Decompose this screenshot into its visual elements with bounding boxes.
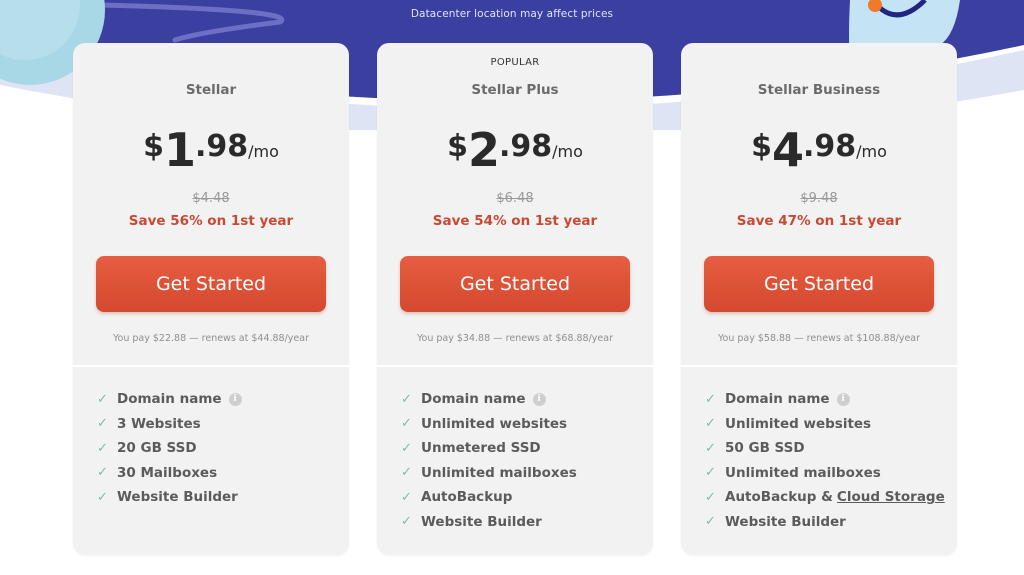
get-started-button[interactable]: Get Started <box>96 256 326 312</box>
feature-label: Unmetered SSD <box>421 440 541 457</box>
savings-text: Save 54% on 1st year <box>432 213 598 229</box>
check-icon: ✓ <box>401 440 412 456</box>
feature-label: 20 GB SSD <box>117 440 197 457</box>
renewal-note: You pay $22.88 — renews at $44.88/year <box>112 333 310 344</box>
plan-price: $1.98/mo <box>73 125 349 175</box>
feature-label: Website Builder <box>421 513 542 530</box>
price-integer: 1 <box>163 123 196 177</box>
check-icon: ✓ <box>401 489 412 505</box>
feature-label: 3 Websites <box>117 415 201 432</box>
savings-text: Save 56% on 1st year <box>128 213 294 229</box>
plan-name: Stellar Plus <box>471 82 559 98</box>
get-started-button[interactable]: Get Started <box>704 256 934 312</box>
feature-label: Unlimited mailboxes <box>725 464 881 481</box>
feature-label: AutoBackup & <box>725 489 833 506</box>
plan-name: Stellar <box>185 82 237 98</box>
price-period: /mo <box>552 142 583 161</box>
popular-badge: POPULAR <box>490 57 540 68</box>
plan-price: $2.98/mo <box>377 125 653 175</box>
feature-label: Unlimited websites <box>421 415 568 432</box>
check-icon: ✓ <box>401 465 412 481</box>
feature-item: ✓ Domain name i <box>97 387 242 412</box>
feature-item: ✓ Domain name i <box>401 387 577 412</box>
check-icon: ✓ <box>97 391 108 407</box>
check-icon: ✓ <box>401 416 412 432</box>
info-icon[interactable]: i <box>532 392 546 406</box>
feature-label: Domain name <box>117 391 222 408</box>
datacenter-note: Datacenter location may affect prices <box>410 8 614 20</box>
check-icon: ✓ <box>97 465 108 481</box>
get-started-button[interactable]: Get Started <box>400 256 630 312</box>
pricing-page: Datacenter location may affect prices St… <box>0 0 1024 575</box>
original-price: $6.48 <box>496 191 534 206</box>
info-icon[interactable]: i <box>836 392 850 406</box>
feature-item: ✓ 20 GB SSD <box>97 436 242 461</box>
savings-text: Save 47% on 1st year <box>736 213 902 229</box>
feature-label: Domain name <box>421 391 526 408</box>
check-icon: ✓ <box>705 391 716 407</box>
feature-item: ✓ 50 GB SSD <box>705 436 945 461</box>
feature-item: ✓ AutoBackup & Cloud Storage <box>705 485 945 510</box>
feature-list: ✓ Domain name i ✓ Unlimited websites ✓ 50 GB… <box>705 387 945 534</box>
feature-item: ✓ Website Builder <box>705 510 945 535</box>
original-price: $4.48 <box>192 191 230 206</box>
feature-item: ✓ 30 Mailboxes <box>97 461 242 486</box>
price-period: /mo <box>856 142 887 161</box>
feature-label: Unlimited websites <box>725 415 872 432</box>
check-icon: ✓ <box>705 440 716 456</box>
plan-card-stellar-business: Stellar Business $4.98/mo $9.48 Save 47%… <box>681 43 957 555</box>
check-icon: ✓ <box>97 416 108 432</box>
feature-label: 50 GB SSD <box>725 440 805 457</box>
feature-list: ✓ Domain name i ✓ Unlimited websites ✓ Unmet… <box>401 387 577 534</box>
price-integer: 4 <box>771 123 804 177</box>
feature-item: ✓ Unlimited mailboxes <box>401 461 577 486</box>
check-icon: ✓ <box>401 514 412 530</box>
price-currency: $ <box>447 129 468 164</box>
feature-item: ✓ Unmetered SSD <box>401 436 577 461</box>
divider <box>377 365 653 367</box>
price-decimal: .98 <box>802 129 857 164</box>
plan-card-stellar-plus: POPULAR Stellar Plus $2.98/mo $6.48 Save… <box>377 43 653 555</box>
feature-item: ✓ Website Builder <box>401 510 577 535</box>
divider <box>73 365 349 367</box>
check-icon: ✓ <box>97 489 108 505</box>
renewal-note: You pay $58.88 — renews at $108.88/year <box>717 333 921 344</box>
feature-list: ✓ Domain name i ✓ 3 Websites ✓ 20 GB SSD ✓ 30… <box>97 387 242 510</box>
check-icon: ✓ <box>401 391 412 407</box>
feature-label: AutoBackup <box>421 489 513 506</box>
feature-item: ✓ Unlimited websites <box>705 412 945 437</box>
plan-price: $4.98/mo <box>681 125 957 175</box>
feature-item: ✓ AutoBackup <box>401 485 577 510</box>
check-icon: ✓ <box>705 416 716 432</box>
divider <box>681 365 957 367</box>
check-icon: ✓ <box>705 489 716 505</box>
info-icon[interactable]: i <box>228 392 242 406</box>
feature-item: ✓ 3 Websites <box>97 412 242 437</box>
price-currency: $ <box>143 129 164 164</box>
feature-label: 30 Mailboxes <box>117 464 218 481</box>
price-decimal: .98 <box>498 129 553 164</box>
original-price: $9.48 <box>800 191 838 206</box>
feature-label: Domain name <box>725 391 830 408</box>
feature-item: ✓ Domain name i <box>705 387 945 412</box>
plan-card-stellar: Stellar $1.98/mo $4.48 Save 56% on 1st y… <box>73 43 349 555</box>
check-icon: ✓ <box>705 465 716 481</box>
feature-label: Website Builder <box>725 513 846 530</box>
price-period: /mo <box>248 142 279 161</box>
feature-item: ✓ Unlimited mailboxes <box>705 461 945 486</box>
renewal-note: You pay $34.88 — renews at $68.88/year <box>416 333 614 344</box>
feature-item: ✓ Unlimited websites <box>401 412 577 437</box>
feature-item: ✓ Website Builder <box>97 485 242 510</box>
feature-label: Unlimited mailboxes <box>421 464 577 481</box>
price-currency: $ <box>751 129 772 164</box>
check-icon: ✓ <box>97 440 108 456</box>
feature-label: Website Builder <box>117 489 238 506</box>
price-decimal: .98 <box>194 129 249 164</box>
price-integer: 2 <box>467 123 500 177</box>
cloud-storage-link[interactable]: Cloud Storage <box>837 489 945 505</box>
plan-name: Stellar Business <box>757 82 881 98</box>
check-icon: ✓ <box>705 514 716 530</box>
